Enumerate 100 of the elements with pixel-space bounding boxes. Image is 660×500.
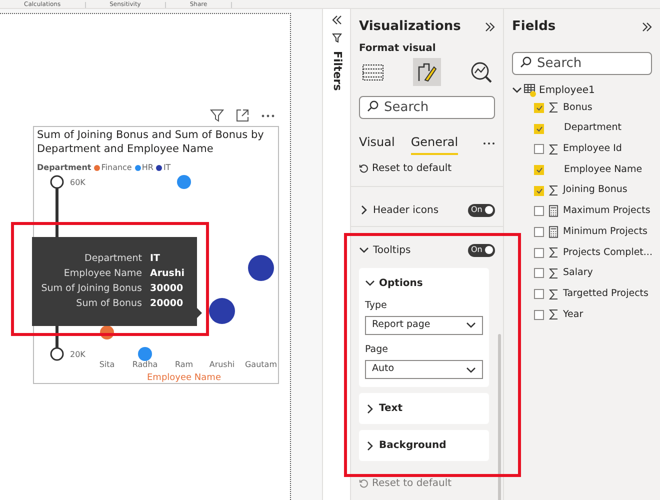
search-icon <box>367 100 379 112</box>
field-item[interactable]: Department <box>534 118 652 139</box>
chevron-icon <box>365 278 375 288</box>
sigma-icon <box>549 268 558 279</box>
toggle-switch[interactable]: On <box>468 244 495 256</box>
field-label: Type <box>365 298 388 312</box>
checkbox[interactable] <box>534 310 544 320</box>
field-item[interactable]: Targetted Projects <box>534 284 652 304</box>
axis-tick-label: Radha <box>132 360 158 369</box>
legend-label: HR <box>142 162 154 174</box>
checkbox[interactable] <box>534 289 544 300</box>
field-label: Page <box>365 342 389 357</box>
search-field[interactable]: Search <box>512 52 652 74</box>
data-point[interactable] <box>100 326 114 340</box>
pane-subtitle: Format visual <box>359 42 437 56</box>
checkbox[interactable] <box>534 144 544 154</box>
dropdown[interactable]: Auto <box>365 360 483 379</box>
section-header[interactable]: Tooltips On <box>359 242 495 258</box>
filter-icon <box>332 33 342 43</box>
field-item[interactable]: Salary <box>534 263 652 284</box>
focus-mode-icon[interactable] <box>236 109 249 122</box>
section-header[interactable]: Header icons On <box>359 202 495 218</box>
chevron-icon <box>466 320 476 330</box>
chart-title: Sum of Joining Bonus and Sum of Bonus by Department and Employee Name <box>37 128 265 156</box>
more-options-icon[interactable] <box>261 114 275 118</box>
dropdown[interactable]: Report page <box>365 316 483 335</box>
sigma-icon <box>549 288 558 300</box>
expand-icon[interactable] <box>332 15 342 25</box>
reset-link[interactable]: Reset to default <box>372 160 452 176</box>
checkbox[interactable] <box>534 226 544 237</box>
pane-tab[interactable]: General <box>410 132 458 154</box>
sigma-icon <box>549 144 558 155</box>
section-label: Header icons <box>373 204 439 218</box>
chevron-icon <box>359 205 369 215</box>
tooltip-label: Sum of Bonus <box>75 297 142 312</box>
calculator-icon <box>549 226 558 238</box>
legend-title: Department <box>37 162 92 174</box>
collapse-icon[interactable] <box>642 22 652 32</box>
data-point[interactable] <box>248 255 274 281</box>
pane-tab[interactable]: Visual <box>359 132 395 154</box>
tooltip-label: Employee Name <box>62 266 142 281</box>
scrollbar[interactable] <box>498 334 501 500</box>
reset-icon <box>359 164 368 172</box>
reset-link[interactable]: Reset to default <box>372 476 452 491</box>
sigma-icon <box>549 185 558 196</box>
checkbox[interactable] <box>534 164 544 175</box>
toggle-switch[interactable]: On <box>468 204 495 216</box>
legend-label: IT <box>163 162 171 174</box>
field-item[interactable]: Employee Id <box>534 138 652 160</box>
tooltip-value: Arushi <box>150 266 184 281</box>
checkbox[interactable] <box>534 124 544 134</box>
axis-tick-label: Sita <box>99 360 115 369</box>
axis-tick-label: Arushi <box>209 360 235 369</box>
paintbrush-icon <box>416 60 438 82</box>
field-item[interactable]: Maximum Projects <box>534 200 652 222</box>
search-field[interactable]: Search <box>359 96 495 118</box>
collapse-icon[interactable] <box>485 22 495 32</box>
sigma-icon <box>549 247 558 258</box>
field-item[interactable]: Joining Bonus <box>534 180 652 201</box>
axis-tick-label: 60K <box>70 178 86 187</box>
chevron-icon <box>466 364 476 374</box>
field-item[interactable]: Minimum Projects <box>534 222 652 242</box>
card-header[interactable]: Text <box>365 401 483 416</box>
table-icon <box>524 84 537 96</box>
magnifier-chart-icon <box>470 60 492 82</box>
field-item[interactable]: Employee Name <box>534 160 652 180</box>
tooltip-value: 20000 <box>150 297 184 312</box>
search-icon <box>520 56 532 68</box>
checkbox[interactable] <box>534 248 544 258</box>
card-header[interactable]: Options <box>365 276 483 290</box>
legend-label: Finance <box>101 162 132 174</box>
pane-title: Fields <box>512 18 556 36</box>
card-header[interactable]: Background <box>365 438 483 453</box>
checkbox[interactable] <box>534 268 544 278</box>
section-label: Tooltips <box>373 244 411 258</box>
reset-icon <box>359 479 368 488</box>
table-grid-icon <box>362 62 384 82</box>
tree-item[interactable]: Employee1 <box>512 82 652 98</box>
filter-icon[interactable] <box>210 109 224 122</box>
field-item[interactable]: Bonus <box>534 98 652 118</box>
chevron-icon <box>359 245 369 255</box>
axis-tick-label: 20K <box>70 350 86 359</box>
more-options-icon[interactable] <box>483 142 495 145</box>
chevron-icon <box>365 440 375 450</box>
pane-tab[interactable] <box>413 58 441 86</box>
checkbox[interactable] <box>534 102 544 113</box>
checkbox[interactable] <box>534 206 544 216</box>
tooltip-label: Sum of Joining Bonus <box>40 282 142 296</box>
axis-title: Employee Name <box>147 373 221 383</box>
tooltip-value: IT <box>150 252 160 266</box>
chevron-icon <box>512 85 522 95</box>
axis-tick-label: Gautam <box>245 360 277 369</box>
calculator-icon <box>549 205 558 218</box>
data-point[interactable] <box>209 298 235 324</box>
tooltip-label: Department <box>84 252 142 266</box>
checkbox[interactable] <box>534 186 544 196</box>
chevron-icon <box>365 404 375 414</box>
field-item[interactable]: Year <box>534 304 652 326</box>
sigma-icon <box>549 309 558 320</box>
field-item[interactable]: Projects Complet... <box>534 242 652 263</box>
